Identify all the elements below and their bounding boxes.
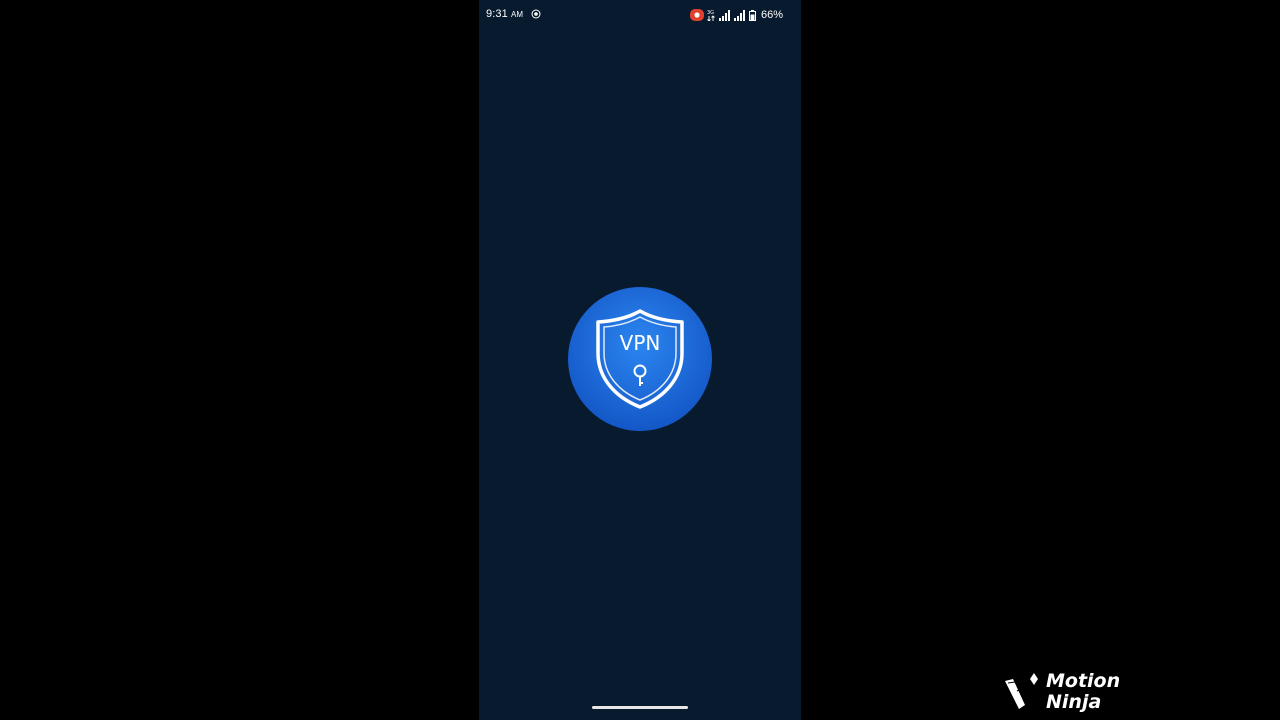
phone-screen: 9:31 AM 3G 66% VPN [479, 0, 801, 720]
watermark-line2: Ninja [1046, 691, 1102, 713]
status-bar: 9:31 AM 3G 66% [479, 0, 801, 30]
motion-ninja-logo-icon [1005, 673, 1038, 709]
battery-icon [748, 9, 756, 21]
status-icons: 3G 66% [689, 7, 783, 23]
signal-icon [718, 9, 730, 21]
watermark: Motion Ninja [1003, 671, 1123, 715]
watermark-text: Motion Ninja [1046, 671, 1120, 713]
signal-icon [733, 9, 745, 21]
vpn-logo: VPN [568, 287, 712, 431]
watermark-line1: Motion [1046, 670, 1121, 692]
status-time-value: 9:31 [486, 8, 508, 20]
battery-percent: 66% [760, 9, 783, 21]
status-time-ampm: AM [510, 10, 524, 19]
network-label: 3G [707, 10, 714, 16]
status-time: 9:31 AM [486, 8, 523, 20]
logo-text: VPN [620, 331, 661, 355]
home-indicator[interactable] [592, 706, 688, 709]
network-3g-icon: 3G [707, 10, 715, 21]
screen-record-icon [689, 9, 704, 21]
logo-circle [568, 287, 712, 431]
sync-icon [531, 9, 541, 19]
